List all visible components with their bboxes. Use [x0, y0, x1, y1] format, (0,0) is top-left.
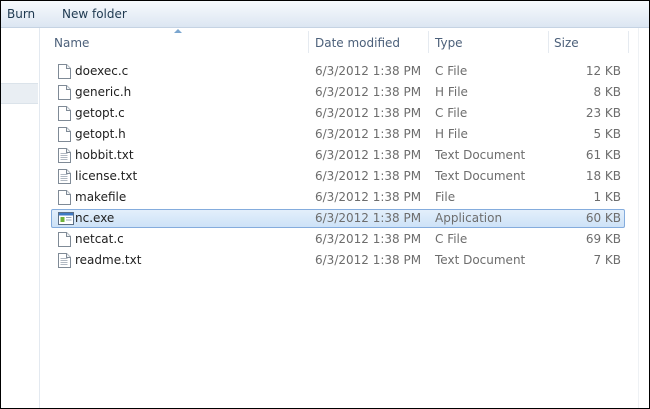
file-name: hobbit.txt: [75, 148, 134, 162]
file-date-modified: 6/3/2012 1:38 PM: [315, 232, 422, 246]
file-type: C File: [435, 64, 468, 78]
file-name: nc.exe: [75, 211, 115, 225]
text-file-icon: [58, 253, 71, 268]
file-date-modified: 6/3/2012 1:38 PM: [315, 64, 422, 78]
file-date-modified: 6/3/2012 1:38 PM: [315, 169, 422, 183]
file-type: H File: [435, 127, 468, 141]
file-type: Text Document: [435, 148, 526, 162]
file-size: 18 KB: [585, 169, 621, 183]
navigation-pane[interactable]: [1, 28, 40, 408]
file-size: 60 KB: [585, 211, 621, 225]
file-row-selected[interactable]: nc.exe 6/3/2012 1:38 PM Application 60 KB: [51, 209, 625, 228]
file-name: generic.h: [75, 85, 132, 99]
file-name: license.txt: [75, 169, 138, 183]
file-name: netcat.c: [75, 232, 124, 246]
file-row[interactable]: netcat.c 6/3/2012 1:38 PM C File 69 KB: [51, 230, 625, 249]
file-size: 7 KB: [593, 253, 621, 267]
document-icon: [58, 127, 71, 142]
file-date-modified: 6/3/2012 1:38 PM: [315, 190, 422, 204]
scrollbar-track[interactable]: [638, 28, 649, 408]
file-date-modified: 6/3/2012 1:38 PM: [315, 106, 422, 120]
file-type: Text Document: [435, 253, 526, 267]
explorer-window: Burn New folder Name Date modified Type …: [0, 0, 650, 409]
file-date-modified: 6/3/2012 1:38 PM: [315, 148, 422, 162]
file-type: H File: [435, 85, 468, 99]
column-type-header[interactable]: Type: [429, 28, 549, 56]
file-type: File: [435, 190, 456, 204]
text-file-icon: [58, 169, 71, 184]
file-name: getopt.c: [75, 106, 125, 120]
nav-selected-item[interactable]: [1, 83, 38, 104]
file-row[interactable]: getopt.h 6/3/2012 1:38 PM H File 5 KB: [51, 125, 625, 144]
command-bar: Burn New folder: [1, 1, 649, 28]
file-name: doexec.c: [75, 64, 129, 78]
file-size: 23 KB: [585, 106, 621, 120]
file-row[interactable]: getopt.c 6/3/2012 1:38 PM C File 23 KB: [51, 104, 625, 123]
file-size: 8 KB: [593, 85, 621, 99]
document-icon: [58, 106, 71, 121]
document-icon: [58, 232, 71, 247]
column-size-header[interactable]: Size: [549, 28, 629, 56]
file-name: readme.txt: [75, 253, 142, 267]
file-row[interactable]: hobbit.txt 6/3/2012 1:38 PM Text Document 6…: [51, 146, 625, 165]
file-row[interactable]: makefile 6/3/2012 1:38 PM File 1 KB: [51, 188, 625, 207]
column-divider[interactable]: [628, 31, 629, 53]
file-size: 1 KB: [593, 190, 621, 204]
column-size-label: Size: [554, 36, 579, 50]
file-date-modified: 6/3/2012 1:38 PM: [315, 253, 422, 267]
file-row[interactable]: license.txt 6/3/2012 1:38 PM Text Document…: [51, 167, 625, 186]
application-icon: [58, 211, 74, 226]
file-type: C File: [435, 106, 468, 120]
file-row[interactable]: generic.h 6/3/2012 1:38 PM H File 8 KB: [51, 83, 625, 102]
document-icon: [58, 85, 71, 100]
sort-ascending-icon: [174, 29, 182, 33]
new-folder-button[interactable]: New folder: [62, 1, 127, 27]
file-size: 61 KB: [585, 148, 621, 162]
column-type-label: Type: [435, 36, 463, 50]
document-icon: [58, 190, 71, 205]
file-date-modified: 6/3/2012 1:38 PM: [315, 127, 422, 141]
file-row[interactable]: doexec.c 6/3/2012 1:38 PM C File 12 KB: [51, 62, 625, 81]
file-type: Application: [435, 211, 503, 225]
burn-button[interactable]: Burn: [7, 1, 35, 27]
file-type: Text Document: [435, 169, 526, 183]
column-header: Name Date modified Type Size: [40, 28, 638, 56]
file-name: makefile: [75, 190, 127, 204]
text-file-icon: [58, 148, 71, 163]
column-name-header[interactable]: Name: [40, 28, 309, 56]
file-date-modified: 6/3/2012 1:38 PM: [315, 85, 422, 99]
file-row[interactable]: readme.txt 6/3/2012 1:38 PM Text Document 7…: [51, 251, 625, 270]
file-size: 5 KB: [593, 127, 621, 141]
file-size: 12 KB: [585, 64, 621, 78]
file-type: C File: [435, 232, 468, 246]
document-icon: [58, 64, 71, 79]
file-date-modified: 6/3/2012 1:38 PM: [315, 211, 422, 225]
file-name: getopt.h: [75, 127, 126, 141]
column-date-header[interactable]: Date modified: [309, 28, 429, 56]
file-size: 69 KB: [585, 232, 621, 246]
column-date-label: Date modified: [315, 36, 401, 50]
column-name-label: Name: [54, 36, 90, 50]
